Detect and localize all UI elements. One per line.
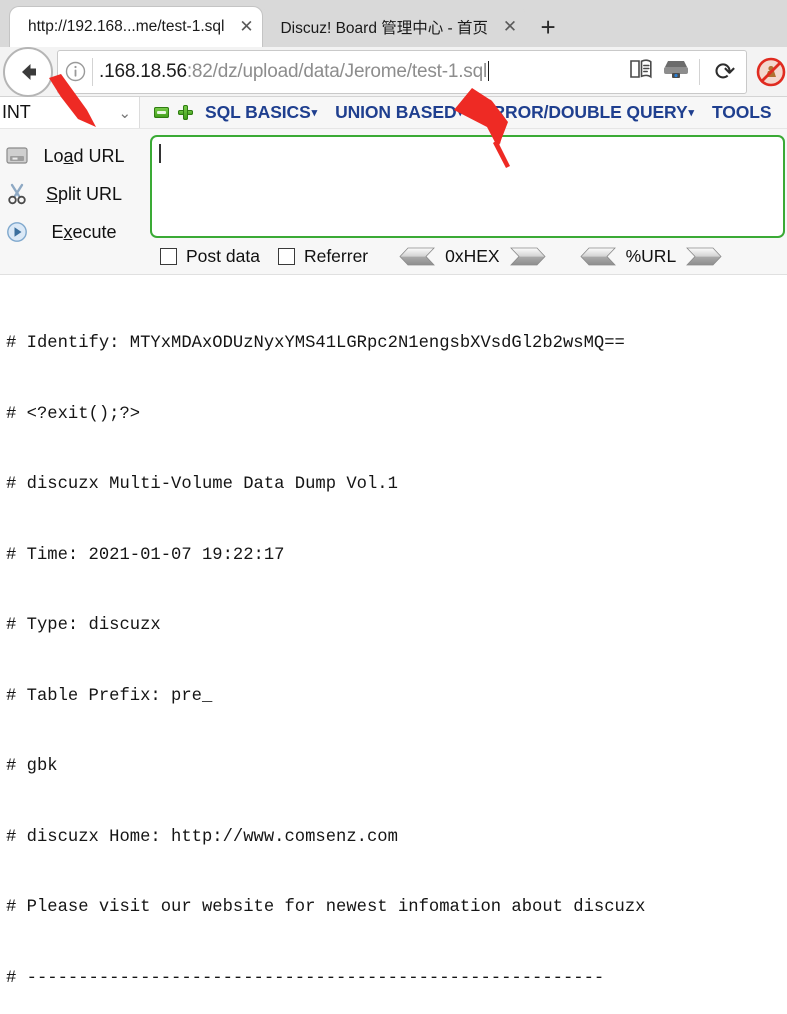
url-text[interactable]: .168.18.56:82/dz/upload/data/Jerome/test… <box>93 60 629 83</box>
content-line: # gbk <box>6 757 58 776</box>
injection-type-value: INT <box>2 102 31 122</box>
hackbar-url-textarea[interactable] <box>150 135 785 238</box>
url-host: .168.18.56 <box>99 60 187 82</box>
load-url-label: Load URL <box>32 146 150 167</box>
url-caret <box>487 60 489 81</box>
url-path: :82/dz/upload/data/Jerome/test-1.sql <box>186 60 487 82</box>
content-line: # <?exit();?> <box>6 404 141 424</box>
chevron-down-icon[interactable]: ⌄ <box>119 104 132 122</box>
hackbar-menu-row: INT ⌄ SQL BASICS▾ UNION BASED▾ ERROR/DOU… <box>0 97 787 129</box>
back-button[interactable] <box>3 46 53 97</box>
hackbar-body: Load URL Split URL Execute Post data Ref… <box>0 129 787 274</box>
referrer-checkbox[interactable]: Referrer <box>277 245 369 267</box>
lbl-post: plit URL <box>57 183 123 204</box>
hackbar-action-column: Load URL Split URL Execute <box>0 135 150 251</box>
content-line: # Identify: MTYxMDAxODUzNyxYMS41LGRpc2N1… <box>6 334 625 353</box>
drive-icon <box>2 147 32 165</box>
content-line: # Time: 2021-01-07 19:22:17 <box>6 545 285 565</box>
menu-label: SQL BASICS <box>205 102 311 122</box>
hackbar-input-column: Post data Referrer 0xHEX %URL <box>150 135 787 274</box>
menu-union-based[interactable]: UNION BASED▾ <box>335 102 463 123</box>
url-encode-label: %URL <box>625 245 677 266</box>
checkbox-box[interactable] <box>277 247 295 265</box>
tab-strip: http://192.168...me/test-1.sql ✕ Discuz!… <box>0 0 787 47</box>
lbl-key: S <box>45 183 58 204</box>
load-url-button[interactable]: Load URL <box>0 137 150 175</box>
scissors-icon <box>2 183 32 205</box>
menu-label: ERROR/DOUBLE QUERY <box>480 102 688 122</box>
encode-right-arrow-icon[interactable] <box>509 247 549 266</box>
browser-tab-active[interactable]: http://192.168...me/test-1.sql ✕ <box>10 7 263 47</box>
content-line: # Table Prefix: pre_ <box>6 686 213 706</box>
execute-button[interactable]: Execute <box>0 213 150 251</box>
lbl-post: ecute <box>72 221 117 242</box>
plus-icon[interactable] <box>178 105 193 120</box>
tab-title: http://192.168...me/test-1.sql <box>28 18 225 35</box>
reload-icon[interactable]: ⟳ <box>710 57 740 87</box>
content-line: # Please visit our website for newest in… <box>6 898 646 917</box>
referrer-label: Referrer <box>303 245 369 266</box>
post-data-checkbox[interactable]: Post data <box>160 246 260 267</box>
tab-title: Discuz! Board 管理中心 - 首页 <box>280 20 489 37</box>
checkbox-box[interactable] <box>160 247 177 265</box>
page-content-sql-dump: # Identify: MTYxMDAxODUzNyxYMS41LGRpc2N1… <box>0 275 787 1014</box>
back-arrow-icon <box>15 59 41 85</box>
hackbar-options-row: Post data Referrer 0xHEX %URL <box>150 238 785 274</box>
browser-tab-inactive[interactable]: Discuz! Board 管理中心 - 首页 ✕ <box>262 7 527 47</box>
execute-label: Execute <box>32 222 150 243</box>
lbl-key: a <box>63 145 74 166</box>
decode-left-arrow-icon[interactable] <box>577 247 617 266</box>
text-caret <box>159 144 161 163</box>
execute-icon <box>2 221 32 243</box>
save-to-device-icon[interactable] <box>663 58 689 85</box>
close-icon[interactable]: ✕ <box>500 17 520 37</box>
post-data-label: Post data <box>186 245 260 266</box>
site-info-icon[interactable] <box>58 61 92 82</box>
hackbar-add-remove-group <box>140 105 205 120</box>
reader-view-icon[interactable] <box>629 58 653 85</box>
split-url-label: Split URL <box>32 184 150 205</box>
menu-error-double-query[interactable]: ERROR/DOUBLE QUERY▾ <box>481 102 694 123</box>
toolbar-divider <box>699 58 700 85</box>
close-icon[interactable]: ✕ <box>236 17 256 37</box>
menu-label: UNION BASED <box>335 102 457 122</box>
menu-sql-basics[interactable]: SQL BASICS▾ <box>205 102 317 123</box>
chevron-down-icon: ▾ <box>457 107 464 119</box>
menu-tools[interactable]: TOOLS <box>711 102 772 123</box>
chevron-down-icon: ▾ <box>688 107 695 119</box>
content-line: # Type: discuzx <box>6 616 161 635</box>
new-tab-button[interactable]: + <box>530 7 566 47</box>
hackbar-panel: INT ⌄ SQL BASICS▾ UNION BASED▾ ERROR/DOU… <box>0 97 787 275</box>
lbl-pre: Lo <box>43 145 64 166</box>
url-encoder-group: %URL <box>577 246 726 267</box>
url-bar[interactable]: .168.18.56:82/dz/upload/data/Jerome/test… <box>57 49 747 94</box>
lbl-pre: E <box>51 221 64 242</box>
menu-label: TOOLS <box>711 102 772 122</box>
url-bar-actions: ⟳ <box>629 57 746 87</box>
hex-encoder-group: 0xHEX <box>396 246 548 267</box>
chevron-down-icon: ▾ <box>311 107 318 119</box>
split-url-button[interactable]: Split URL <box>0 175 150 213</box>
encode-right-arrow-icon[interactable] <box>685 247 725 266</box>
decode-left-arrow-icon[interactable] <box>396 247 436 266</box>
content-line: # discuzx Multi-Volume Data Dump Vol.1 <box>6 475 398 494</box>
content-line: # --------------------------------------… <box>6 968 605 988</box>
hex-label: 0xHEX <box>445 245 500 266</box>
lbl-post: d URL <box>73 145 125 166</box>
hackbar-menu-items: SQL BASICS▾ UNION BASED▾ ERROR/DOUBLE QU… <box>205 102 787 123</box>
navigation-toolbar: .168.18.56:82/dz/upload/data/Jerome/test… <box>0 46 787 97</box>
blocked-content-icon[interactable] <box>751 55 787 89</box>
minus-icon[interactable] <box>154 107 169 118</box>
content-line: # discuzx Home: http://www.comsenz.com <box>6 827 398 847</box>
injection-type-select[interactable]: INT ⌄ <box>0 97 140 128</box>
